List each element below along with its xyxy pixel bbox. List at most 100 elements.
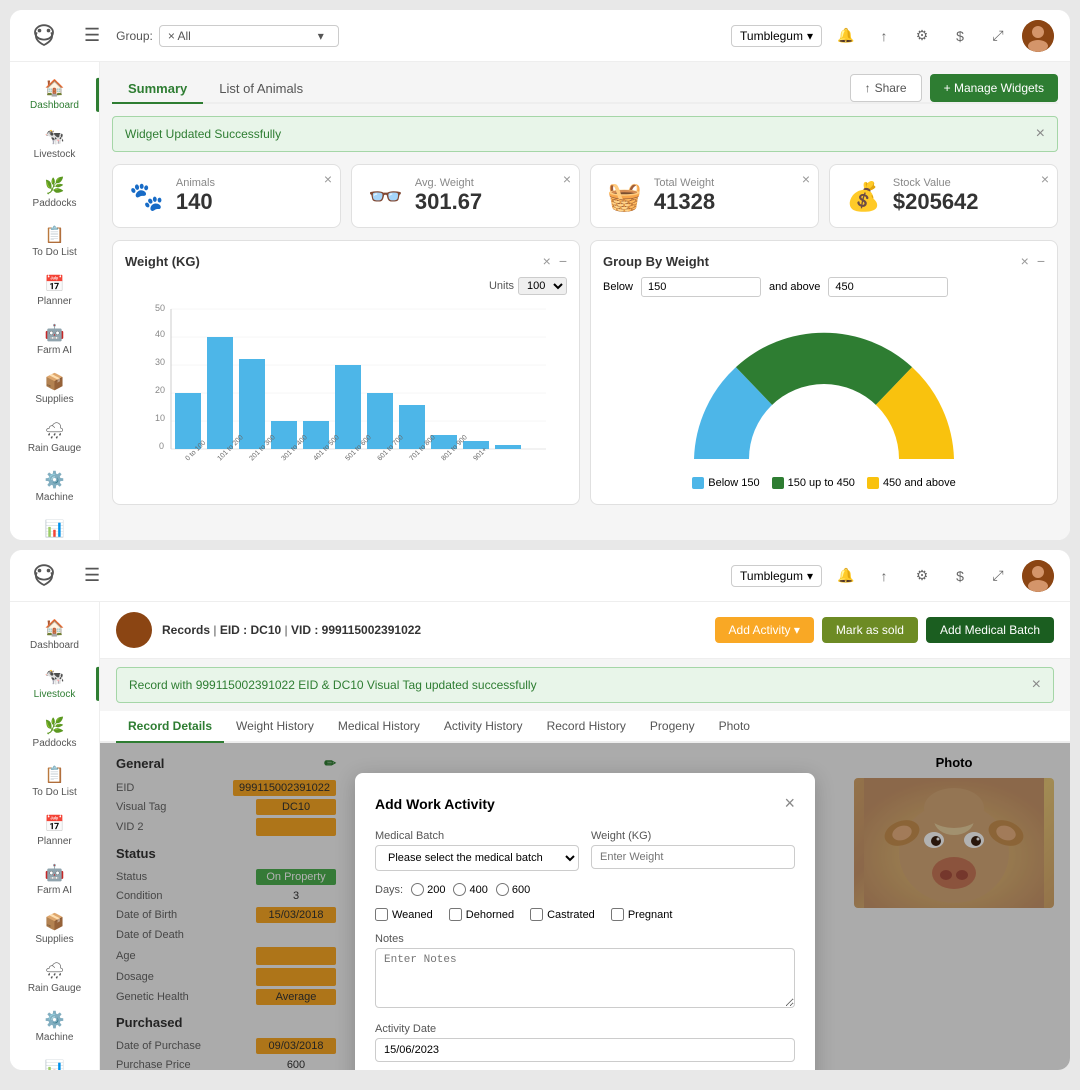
weaned-checkbox[interactable] <box>375 908 388 921</box>
radio-200-input[interactable] <box>411 883 424 896</box>
below-input[interactable] <box>641 277 761 297</box>
record-tab-medical[interactable]: Medical History <box>326 711 432 743</box>
record-tab-details[interactable]: Record Details <box>116 711 224 743</box>
sidebar-item-supplies-2[interactable]: 📦 Supplies <box>10 904 99 953</box>
tab-summary[interactable]: Summary <box>112 75 203 104</box>
record-success-text: Record with 999115002391022 EID & DC10 V… <box>129 678 537 692</box>
radio-600-input[interactable] <box>496 883 509 896</box>
sidebar-item-farmai[interactable]: 🤖 Farm AI <box>10 315 99 364</box>
weight-widget-close[interactable]: × <box>543 253 551 269</box>
modal-close-btn[interactable]: × <box>784 793 795 814</box>
hamburger-menu[interactable]: ☰ <box>84 25 100 46</box>
farm-selector-2[interactable]: Tumblegum ▾ <box>731 565 822 587</box>
totalweight-card-close[interactable]: × <box>802 171 810 187</box>
add-activity-button[interactable]: Add Activity ▾ <box>715 617 814 643</box>
group-selector: Group: × All ▾ <box>116 25 339 47</box>
sidebar-item-machine-2[interactable]: ⚙️ Machine <box>10 1002 99 1051</box>
farm-selector[interactable]: Tumblegum ▾ <box>731 25 822 47</box>
mark-sold-button[interactable]: Mark as sold <box>822 617 918 643</box>
weight-input[interactable] <box>591 845 795 869</box>
svg-text:20: 20 <box>155 385 165 395</box>
breadcrumb: Records <box>162 623 210 637</box>
expand-icon-2[interactable]: ⤢ <box>984 562 1012 590</box>
sidebar-item-machine[interactable]: ⚙️ Machine <box>10 462 99 511</box>
sidebar-item-planner-2[interactable]: 📅 Planner <box>10 806 99 855</box>
sidebar-item-raingauge[interactable]: 🌧 Rain Gauge <box>10 413 99 462</box>
legend-150-450: 150 up to 450 <box>772 477 855 489</box>
avgweight-card-close[interactable]: × <box>563 171 571 187</box>
planner-icon: 📅 <box>45 274 65 294</box>
user-avatar-2[interactable] <box>1022 560 1054 592</box>
record-content: General ✏ EID 999115002391022 Visual Tag… <box>100 743 1070 1070</box>
bell-icon[interactable]: 🔔 <box>832 22 860 50</box>
record-tab-activity[interactable]: Activity History <box>432 711 535 743</box>
record-success-banner: Record with 999115002391022 EID & DC10 V… <box>116 667 1054 703</box>
hamburger-menu-2[interactable]: ☰ <box>84 565 100 586</box>
sidebar-item-paddocks-2[interactable]: 🌿 Paddocks <box>10 708 99 757</box>
sidebar-item-farmai-2[interactable]: 🤖 Farm AI <box>10 855 99 904</box>
pregnant-checkbox[interactable] <box>611 908 624 921</box>
totalweight-icon: 🧺 <box>607 180 642 213</box>
group-weight-header: Group By Weight × − <box>603 253 1045 269</box>
weight-widget-minimize[interactable]: − <box>559 253 567 269</box>
sidebar-item-planner[interactable]: 📅 Planner <box>10 266 99 315</box>
tab-list-animals[interactable]: List of Animals <box>203 75 319 104</box>
app-logo <box>26 18 76 54</box>
manage-widgets-button[interactable]: + Manage Widgets <box>930 74 1058 102</box>
stockvalue-card-close[interactable]: × <box>1041 171 1049 187</box>
avgweight-icon: 👓 <box>368 180 403 213</box>
checkbox-dehorned: Dehorned <box>449 908 514 921</box>
record-tab-weight[interactable]: Weight History <box>224 711 326 743</box>
record-tab-progeny[interactable]: Progeny <box>638 711 707 743</box>
share-button[interactable]: ↑ Share <box>850 74 922 102</box>
units-select[interactable]: 100 <box>518 277 567 295</box>
sidebar-item-market[interactable]: 📊 Market <box>10 511 99 540</box>
group-weight-minimize[interactable]: − <box>1037 253 1045 269</box>
sidebar-item-dashboard-2[interactable]: 🏠 Dashboard <box>10 610 99 659</box>
sidebar-label-raingauge-2: Rain Gauge <box>28 983 81 994</box>
checkboxes-row: Weaned Dehorned Castrated <box>375 908 795 921</box>
banner-close-btn[interactable]: × <box>1036 125 1045 143</box>
share-icon[interactable]: ↑ <box>870 22 898 50</box>
settings-icon-2[interactable]: ⚙ <box>908 562 936 590</box>
group-weight-close[interactable]: × <box>1021 253 1029 269</box>
dehorned-checkbox[interactable] <box>449 908 462 921</box>
record-tab-history[interactable]: Record History <box>535 711 638 743</box>
add-medical-button[interactable]: Add Medical Batch <box>926 617 1054 643</box>
sidebar-label-planner: Planner <box>37 296 71 307</box>
share-icon-2[interactable]: ↑ <box>870 562 898 590</box>
sidebar-item-livestock[interactable]: 🐄 Livestock <box>10 119 99 168</box>
group-input[interactable]: × All ▾ <box>159 25 339 47</box>
animals-card-close[interactable]: × <box>324 171 332 187</box>
sidebar-item-paddocks[interactable]: 🌿 Paddocks <box>10 168 99 217</box>
radio-400-label: 400 <box>469 884 487 896</box>
record-banner-close[interactable]: × <box>1032 676 1041 694</box>
stockvalue-value: $205642 <box>893 189 979 215</box>
castrated-checkbox[interactable] <box>530 908 543 921</box>
group-dropdown-icon: ▾ <box>318 29 324 43</box>
sidebar-item-supplies[interactable]: 📦 Supplies <box>10 364 99 413</box>
sidebar-item-market-2[interactable]: 📊 Market <box>10 1051 99 1070</box>
modal-header: Add Work Activity × <box>375 793 795 814</box>
radio-400-input[interactable] <box>453 883 466 896</box>
notes-textarea[interactable] <box>375 948 795 1008</box>
dehorned-label: Dehorned <box>466 909 514 921</box>
dollar-icon[interactable]: $ <box>946 22 974 50</box>
totalweight-label: Total Weight <box>654 177 715 189</box>
sidebar-item-todolist-2[interactable]: 📋 To Do List <box>10 757 99 806</box>
record-tab-photo[interactable]: Photo <box>707 711 762 743</box>
bell-icon-2[interactable]: 🔔 <box>832 562 860 590</box>
expand-icon[interactable]: ⤢ <box>984 22 1012 50</box>
user-avatar[interactable] <box>1022 20 1054 52</box>
sidebar-item-todolist[interactable]: 📋 To Do List <box>10 217 99 266</box>
settings-icon[interactable]: ⚙ <box>908 22 936 50</box>
bar-1 <box>207 337 233 449</box>
sidebar-item-raingauge-2[interactable]: 🌧 Rain Gauge <box>10 953 99 1002</box>
batch-label: Medical Batch <box>375 830 579 842</box>
above-input[interactable] <box>828 277 948 297</box>
batch-select[interactable]: Please select the medical batch <box>375 845 579 871</box>
dollar-icon-2[interactable]: $ <box>946 562 974 590</box>
activity-date-input[interactable] <box>375 1038 795 1062</box>
sidebar-item-livestock-2[interactable]: 🐄 Livestock <box>10 659 99 708</box>
sidebar-item-dashboard[interactable]: 🏠 Dashboard <box>10 70 99 119</box>
